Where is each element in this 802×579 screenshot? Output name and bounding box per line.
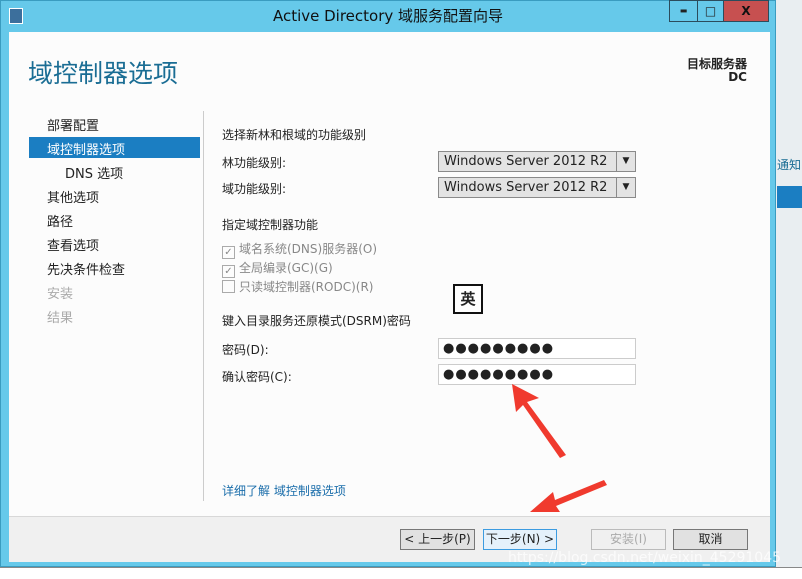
red-arrow-icon bbox=[512, 384, 566, 458]
annotation-arrows bbox=[512, 384, 607, 512]
red-arrow-icon bbox=[530, 480, 607, 512]
